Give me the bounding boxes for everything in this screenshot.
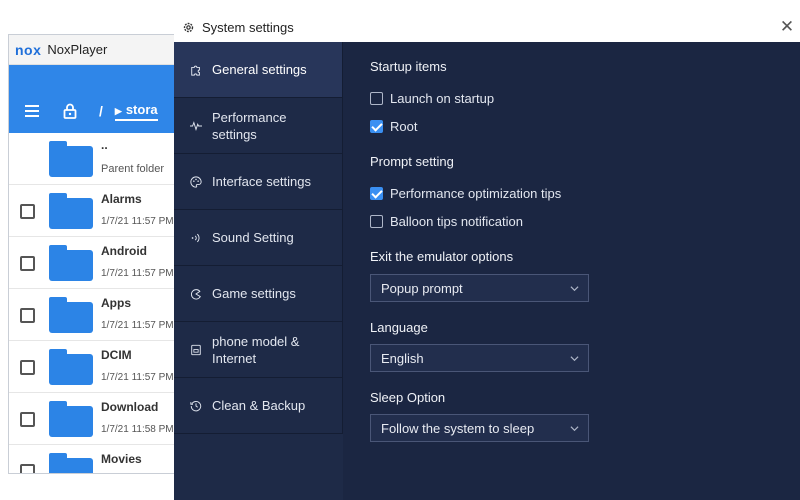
chevron-down-icon — [570, 426, 579, 432]
file-manager-toolbar: / stora — [9, 89, 187, 133]
noxplayer-title: NoxPlayer — [47, 42, 108, 57]
file-date: 1/7/21 11:57 PM — [101, 372, 174, 383]
file-name: Android — [101, 244, 147, 258]
gear-icon — [183, 22, 194, 33]
settings-title: System settings — [202, 20, 294, 35]
chevron-down-icon — [570, 286, 579, 292]
file-name: Movies — [101, 452, 142, 466]
file-date: 1/7/21 11:57 PM — [101, 216, 174, 227]
system-settings-window: System settings ✕ General settings Perfor… — [174, 13, 800, 500]
file-row[interactable]: Movies — [9, 445, 187, 473]
file-date: 1/7/21 11:57 PM — [101, 268, 174, 279]
file-select-checkbox[interactable] — [20, 412, 35, 427]
nav-item-label: Interface settings — [212, 174, 311, 189]
nav-item-label: Game settings — [212, 286, 296, 301]
path-root[interactable]: / — [99, 103, 103, 119]
nav-item-performance-settings[interactable]: Performance settings — [174, 98, 343, 154]
language-value: English — [381, 350, 424, 366]
balloon-tips-option[interactable]: Balloon tips notification — [370, 214, 523, 229]
file-row[interactable]: DCIM 1/7/21 11:57 PM — [9, 341, 187, 393]
file-row[interactable]: Download 1/7/21 11:58 PM — [9, 393, 187, 445]
nav-item-interface-settings[interactable]: Interface settings — [174, 154, 343, 210]
clock-icon — [190, 400, 202, 411]
sound-icon — [191, 233, 200, 242]
nav-item-game-settings[interactable]: Game settings — [174, 266, 343, 322]
close-icon[interactable]: ✕ — [778, 17, 796, 37]
nav-item-phone-model-internet[interactable]: phone model & Internet — [174, 322, 343, 378]
file-name: .. — [101, 138, 108, 152]
file-name: DCIM — [101, 348, 132, 362]
file-date: 1/7/21 11:58 PM — [101, 424, 174, 435]
file-name: Apps — [101, 296, 131, 310]
performance-tips-label: Performance optimization tips — [390, 186, 562, 201]
root-checkbox[interactable] — [370, 120, 383, 133]
noxplayer-titlebar: nox NoxPlayer — [9, 35, 187, 65]
parent-folder-row[interactable]: .. Parent folder — [9, 133, 187, 185]
nav-item-clean-backup[interactable]: Clean & Backup — [174, 378, 343, 434]
file-select-checkbox[interactable] — [20, 464, 35, 473]
language-select[interactable]: English — [370, 344, 589, 372]
file-row[interactable]: Android 1/7/21 11:57 PM — [9, 237, 187, 289]
nav-item-label: Sound Setting — [212, 230, 294, 245]
file-row[interactable]: Apps 1/7/21 11:57 PM — [9, 289, 187, 341]
nav-item-label: Performance settings — [212, 109, 287, 142]
folder-icon — [49, 245, 93, 281]
startup-items-heading: Startup items — [370, 59, 447, 74]
folder-icon — [49, 453, 93, 473]
pulse-icon — [190, 120, 202, 131]
sleep-option-select[interactable]: Follow the system to sleep — [370, 414, 589, 442]
performance-tips-option[interactable]: Performance optimization tips — [370, 186, 561, 201]
folder-icon — [49, 297, 93, 333]
game-icon — [190, 288, 201, 300]
general-settings-panel: Startup items Launch on startup Root Pro… — [343, 42, 800, 500]
file-name: Alarms — [101, 192, 142, 206]
file-select-checkbox[interactable] — [20, 360, 35, 375]
folder-icon — [49, 141, 93, 177]
sleep-option-heading: Sleep Option — [370, 390, 446, 405]
file-date: 1/7/21 11:57 PM — [101, 320, 174, 331]
launch-on-startup-option[interactable]: Launch on startup — [370, 91, 494, 106]
phone-icon — [191, 344, 201, 355]
exit-options-value: Popup prompt — [381, 280, 463, 296]
chevron-down-icon — [570, 356, 579, 362]
exit-options-select[interactable]: Popup prompt — [370, 274, 589, 302]
performance-tips-checkbox[interactable] — [370, 187, 383, 200]
nav-item-label: phone model & Internet — [212, 333, 300, 366]
parent-folder-label: Parent folder — [101, 163, 164, 175]
settings-sidebar: General settings Performance settings Inte… — [174, 42, 343, 500]
settings-titlebar: System settings ✕ — [174, 13, 800, 42]
folder-icon — [49, 193, 93, 229]
exit-options-heading: Exit the emulator options — [370, 249, 514, 264]
desktop: nox NoxPlayer / stora .. Parent folder Ala… — [0, 0, 800, 500]
launch-on-startup-checkbox[interactable] — [370, 92, 383, 105]
nox-logo: nox — [15, 41, 42, 58]
balloon-tips-label: Balloon tips notification — [390, 214, 523, 229]
root-label: Root — [390, 119, 418, 134]
hamburger-menu-icon[interactable] — [25, 105, 39, 117]
balloon-tips-checkbox[interactable] — [370, 215, 383, 228]
launch-on-startup-label: Launch on startup — [390, 91, 495, 106]
nav-item-sound-setting[interactable]: Sound Setting — [174, 210, 343, 266]
file-select-checkbox[interactable] — [20, 256, 35, 271]
puzzle-icon — [191, 65, 200, 76]
file-select-checkbox[interactable] — [20, 204, 35, 219]
noxplayer-window: nox NoxPlayer / stora .. Parent folder Ala… — [8, 34, 188, 474]
sleep-option-value: Follow the system to sleep — [381, 420, 535, 436]
folder-icon — [49, 349, 93, 385]
prompt-setting-heading: Prompt setting — [370, 154, 454, 169]
lock-icon[interactable] — [63, 103, 77, 119]
palette-icon — [190, 175, 202, 188]
language-heading: Language — [370, 320, 428, 335]
nav-item-label: Clean & Backup — [212, 398, 306, 413]
nav-item-general-settings[interactable]: General settings — [174, 42, 343, 98]
folder-icon — [49, 401, 93, 437]
file-select-checkbox[interactable] — [20, 308, 35, 323]
nav-item-label: General settings — [212, 62, 307, 77]
root-option[interactable]: Root — [370, 119, 417, 134]
path-crumb-storage[interactable]: stora — [114, 102, 158, 121]
file-list: .. Parent folder Alarms 1/7/21 11:57 PM Andr… — [9, 133, 187, 473]
file-name: Download — [101, 400, 159, 414]
nox-status-strip — [9, 65, 187, 89]
file-row[interactable]: Alarms 1/7/21 11:57 PM — [9, 185, 187, 237]
